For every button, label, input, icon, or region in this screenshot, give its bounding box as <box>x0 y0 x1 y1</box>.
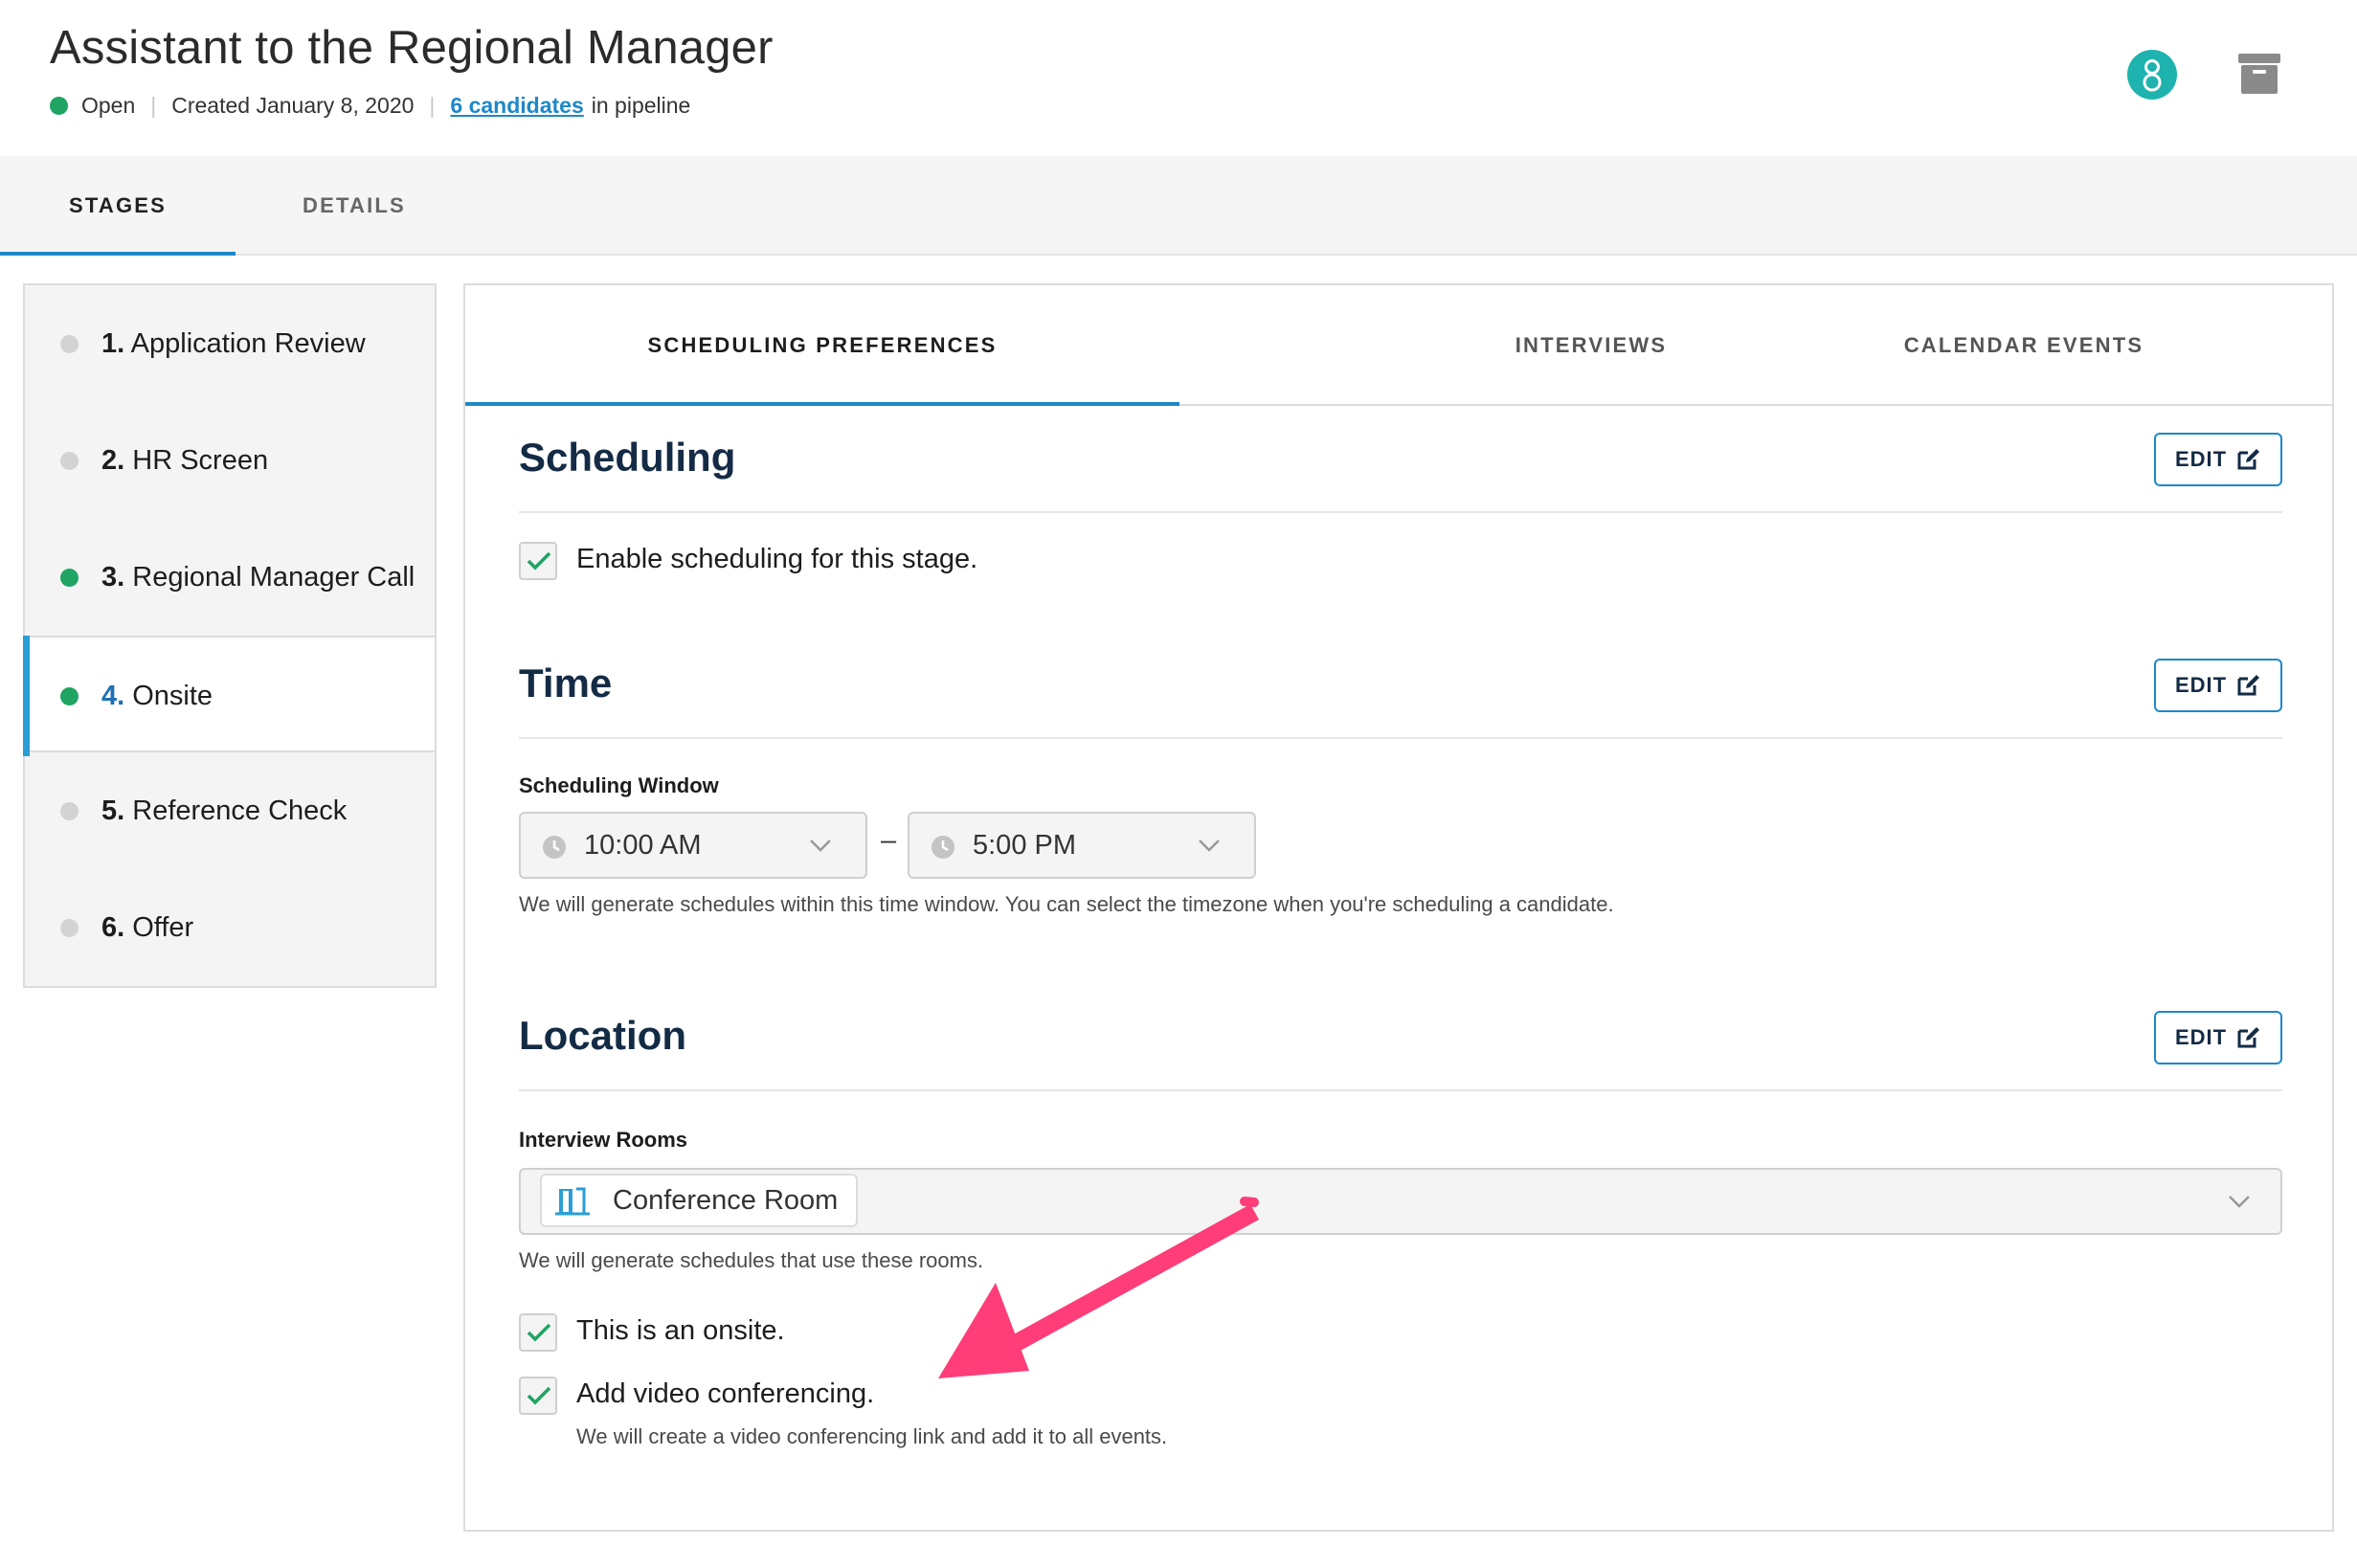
interview-rooms-label: Interview Rooms <box>519 1128 688 1152</box>
top-tabs: STAGES DETAILS <box>0 156 2357 256</box>
sidebar-item-hr-screen[interactable]: 2. HR Screen <box>25 402 435 519</box>
job-meta: Open | Created January 8, 2020 | 6 candi… <box>50 91 690 120</box>
page-title: Assistant to the Regional Manager <box>50 22 774 74</box>
tab-scheduling-preferences[interactable]: SCHEDULING PREFERENCES <box>465 285 1179 406</box>
section-divider <box>519 1089 2282 1091</box>
checkmark-icon <box>527 1386 551 1405</box>
tab-interviews[interactable]: INTERVIEWS <box>1424 285 1759 406</box>
checkmark-icon <box>527 551 551 571</box>
scheduling-edit-button[interactable]: EDIT <box>2154 433 2282 486</box>
location-heading: Location <box>519 1013 686 1058</box>
stage-status-dot <box>60 687 79 706</box>
video-conferencing-label: Add video conferencing. <box>576 1378 875 1409</box>
scheduling-window-help: We will generate schedules within this t… <box>519 892 1614 916</box>
start-time-select[interactable]: 10:00 AM <box>519 812 867 879</box>
job-header: Assistant to the Regional Manager Open |… <box>0 0 2357 156</box>
sidebar-item-application-review[interactable]: 1. Application Review <box>25 285 435 402</box>
enable-scheduling-checkbox[interactable] <box>519 542 557 580</box>
status-text: Open <box>81 92 136 118</box>
edit-label: EDIT <box>2174 673 2228 697</box>
clock-icon <box>543 836 566 859</box>
chevron-down-icon <box>1199 840 1220 852</box>
end-time-value: 5:00 PM <box>973 830 1076 861</box>
scheduling-heading: Scheduling <box>519 435 736 480</box>
created-date: Created January 8, 2020 <box>171 92 415 118</box>
time-range-separator: – <box>881 825 897 856</box>
candidates-suffix: in pipeline <box>591 92 691 118</box>
candidates-link[interactable]: 6 candidates <box>450 93 583 119</box>
user-avatar-icon[interactable] <box>2127 50 2177 100</box>
scheduling-window-label: Scheduling Window <box>519 773 719 797</box>
tab-details[interactable]: DETAILS <box>236 156 473 256</box>
stage-detail-panel: SCHEDULING PREFERENCES INTERVIEWS CALEND… <box>463 283 2334 1532</box>
room-chip-label: Conference Room <box>613 1185 839 1216</box>
time-edit-button[interactable]: EDIT <box>2154 659 2282 712</box>
stage-label: 2. HR Screen <box>101 445 269 476</box>
stage-label: 1. Application Review <box>101 328 366 359</box>
enable-scheduling-label: Enable scheduling for this stage. <box>576 544 978 574</box>
interview-rooms-select[interactable]: Conference Room <box>519 1168 2282 1235</box>
room-chip[interactable]: Conference Room <box>540 1174 858 1227</box>
sidebar-item-onsite[interactable]: 4. Onsite <box>23 636 435 756</box>
video-conferencing-checkbox[interactable] <box>519 1377 557 1415</box>
start-time-value: 10:00 AM <box>584 830 702 861</box>
stage-label: 3. Regional Manager Call <box>101 562 415 593</box>
edit-icon <box>2237 1027 2260 1048</box>
sidebar-item-regional-manager-call[interactable]: 3. Regional Manager Call <box>25 519 435 636</box>
interview-rooms-help: We will generate schedules that use thes… <box>519 1248 984 1272</box>
onsite-label: This is an onsite. <box>576 1315 785 1346</box>
sidebar-item-reference-check[interactable]: 5. Reference Check <box>25 752 435 869</box>
section-divider <box>519 737 2282 739</box>
edit-icon <box>2237 675 2260 696</box>
chevron-down-icon <box>2229 1196 2250 1208</box>
door-icon <box>555 1187 590 1216</box>
archive-icon[interactable] <box>2238 54 2280 94</box>
stages-sidebar: 1. Application Review 2. HR Screen 3. Re… <box>23 283 437 988</box>
time-heading: Time <box>519 661 613 706</box>
edit-icon <box>2237 449 2260 470</box>
meta-separator: | <box>429 92 436 118</box>
stage-status-dot <box>60 802 79 820</box>
clock-icon <box>932 836 954 859</box>
stage-status-dot <box>60 335 79 353</box>
meta-separator: | <box>150 92 157 118</box>
section-divider <box>519 511 2282 513</box>
status-dot <box>50 96 68 115</box>
stage-status-dot <box>60 452 79 470</box>
chevron-down-icon <box>810 840 831 852</box>
stage-status-dot <box>60 919 79 937</box>
stage-label: 6. Offer <box>101 912 194 943</box>
end-time-select[interactable]: 5:00 PM <box>908 812 1256 879</box>
video-conferencing-help: We will create a video conferencing link… <box>576 1424 1168 1448</box>
checkmark-icon <box>527 1323 551 1342</box>
edit-label: EDIT <box>2174 1025 2228 1049</box>
location-edit-button[interactable]: EDIT <box>2154 1011 2282 1064</box>
sidebar-item-offer[interactable]: 6. Offer <box>25 869 435 986</box>
stage-label: 4. Onsite <box>101 681 213 711</box>
edit-label: EDIT <box>2174 447 2228 471</box>
stage-label: 5. Reference Check <box>101 795 348 826</box>
tab-calendar-events[interactable]: CALENDAR EVENTS <box>1832 285 2215 406</box>
onsite-checkbox[interactable] <box>519 1313 557 1352</box>
sub-tabs: SCHEDULING PREFERENCES INTERVIEWS CALEND… <box>465 285 2332 406</box>
stage-status-dot <box>60 569 79 587</box>
tab-stages[interactable]: STAGES <box>0 156 236 256</box>
